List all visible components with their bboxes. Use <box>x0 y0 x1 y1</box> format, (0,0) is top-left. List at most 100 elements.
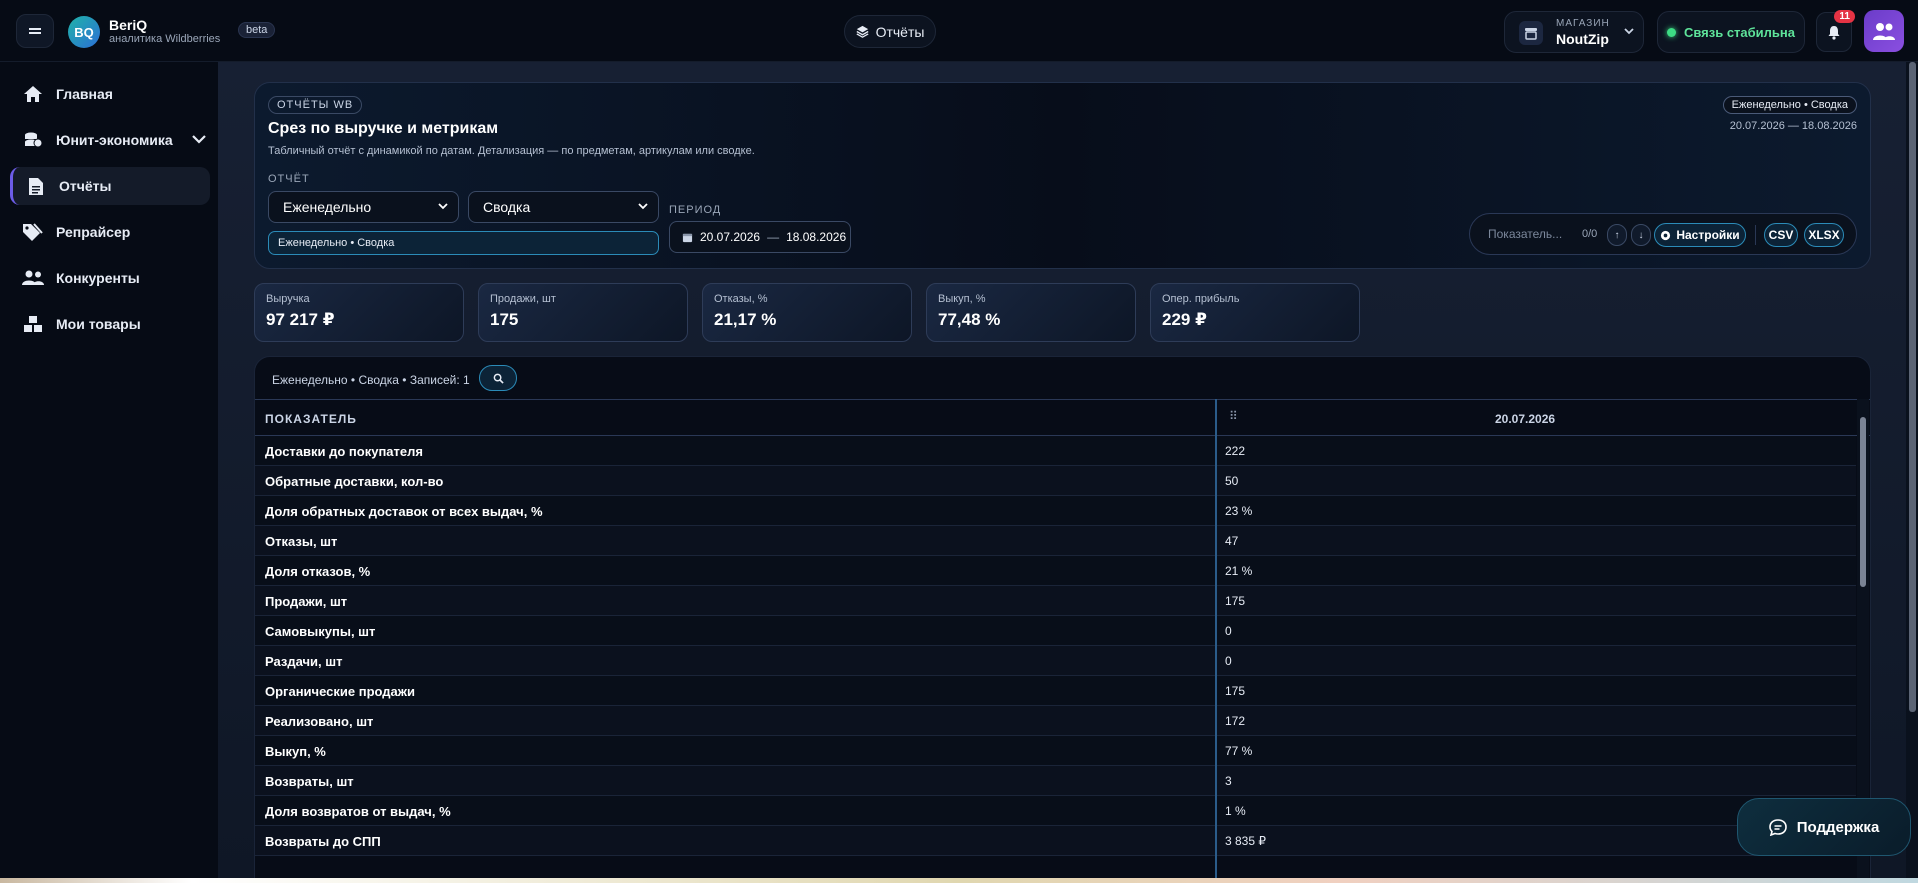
kpi-value: 21,17 % <box>714 310 777 329</box>
support-label: Поддержка <box>1796 818 1880 836</box>
metric-search-input[interactable]: Показатель... <box>1488 227 1562 241</box>
column-header-date[interactable]: 20.07.2026 <box>1495 412 1555 426</box>
search-prev-button[interactable]: ↑ <box>1607 224 1627 246</box>
kpi-card-revenue: Выручка 97 217 ₽ <box>254 283 464 342</box>
table-meta: Еженедельно • Сводка • Записей: 1 <box>272 373 470 387</box>
report-type-value: Еженедельно <box>283 199 372 215</box>
report-mode-select[interactable]: Сводка <box>468 191 659 223</box>
reports-pill-label: Отчёты <box>875 23 925 40</box>
report-type-select[interactable]: Еженедельно <box>268 191 459 223</box>
store-icon <box>1519 21 1543 45</box>
kpi-label: Отказы, % <box>714 293 768 305</box>
metric-cell: Самовыкупы, шт <box>265 624 376 639</box>
value-cell: 3 835 ₽ <box>1225 834 1266 848</box>
date-to[interactable]: 18.08.2026 <box>786 230 846 244</box>
value-cell: 175 <box>1225 684 1246 698</box>
report-mode-value: Сводка <box>483 199 531 215</box>
chevron-down-icon <box>437 200 449 215</box>
table-scroll-thumb[interactable] <box>1860 417 1866 587</box>
page-scrollbar[interactable] <box>1906 62 1918 883</box>
user-avatar[interactable] <box>1864 10 1904 52</box>
chat-icon <box>1768 818 1787 836</box>
table-row: Доля обратных доставок от всех выдач, % 2… <box>255 496 1856 526</box>
kpi-card-sales: Продажи, шт 175 <box>478 283 688 342</box>
date-from[interactable]: 20.07.2026 <box>700 230 760 244</box>
metric-cell: Доля возвратов от выдач, % <box>265 804 451 819</box>
tags-icon <box>22 221 44 243</box>
store-name: NoutZip <box>1556 31 1609 47</box>
value-cell: 50 <box>1225 474 1239 488</box>
period-date-range[interactable]: 20.07.2026 — 18.08.2026 <box>669 221 851 253</box>
search-icon <box>493 373 504 384</box>
boxes-icon <box>22 313 44 335</box>
chevron-down-icon <box>1623 25 1635 40</box>
table-row: Обратные доставки, кол-во 50 <box>255 466 1856 496</box>
column-divider[interactable] <box>1215 399 1217 883</box>
table-row: Реализовано, шт 172 <box>255 706 1856 736</box>
taskbar-strip <box>0 878 1918 883</box>
sidebar-item-home[interactable]: Главная <box>10 75 210 113</box>
table-row: Доставки до покупателя 222 <box>255 436 1856 466</box>
sidebar-item-label: Конкуренты <box>56 270 140 286</box>
gear-icon <box>1661 230 1671 240</box>
main-content: ОТЧЁТЫ WB Срез по выручке и метрикам Таб… <box>218 62 1918 883</box>
metric-cell: Раздачи, шт <box>265 654 343 669</box>
sidebar-item-unit-economics[interactable]: Юнит-экономика <box>10 121 210 159</box>
table-row: Продажи, шт 175 <box>255 586 1856 616</box>
table-row: Доля отказов, % 21 % <box>255 556 1856 586</box>
notifications-button[interactable]: 11 <box>1816 10 1855 52</box>
chevron-down-icon[interactable] <box>191 132 207 148</box>
sidebar-item-repricer[interactable]: Репрайсер <box>10 213 210 251</box>
report-summary-chip[interactable]: Еженедельно • Сводка <box>268 231 659 255</box>
metric-cell: Выкуп, % <box>265 744 326 759</box>
bell-icon <box>1828 25 1840 40</box>
table-search-button[interactable] <box>479 365 517 391</box>
export-xlsx-button[interactable]: XLSX <box>1804 223 1844 247</box>
support-button[interactable]: Поддержка <box>1737 798 1911 856</box>
logo-badge[interactable]: BQ <box>68 16 100 48</box>
report-label: ОТЧЁТ <box>268 173 310 185</box>
toolbar-divider <box>1755 225 1756 245</box>
export-csv-button[interactable]: CSV <box>1764 223 1798 247</box>
users-icon <box>22 267 44 289</box>
report-table-card: Еженедельно • Сводка • Записей: 1 ПОКАЗА… <box>254 356 1871 883</box>
metric-cell: Доля отказов, % <box>265 564 371 579</box>
sidebar-item-label: Юнит-экономика <box>56 132 173 148</box>
kpi-value: 97 217 ₽ <box>266 310 335 329</box>
table-row: Отказы, шт 47 <box>255 526 1856 556</box>
kpi-label: Выкуп, % <box>938 293 986 305</box>
settings-label: Настройки <box>1676 228 1740 242</box>
notification-count-badge: 11 <box>1834 10 1855 23</box>
date-separator: — <box>767 230 780 244</box>
reports-pill-button[interactable]: Отчёты <box>844 15 936 48</box>
store-selector[interactable]: МАГАЗИН NoutZip <box>1504 11 1644 53</box>
value-cell: 1 % <box>1225 804 1246 818</box>
kpi-label: Выручка <box>266 293 310 305</box>
beta-badge: beta <box>238 22 276 38</box>
section-tag: ОТЧЁТЫ WB <box>268 96 363 114</box>
sidebar-item-label: Отчёты <box>59 178 112 194</box>
store-label: МАГАЗИН <box>1556 18 1610 29</box>
value-cell: 47 <box>1225 534 1239 548</box>
value-cell: 77 % <box>1225 744 1253 758</box>
kpi-card-operating-profit: Опер. прибыль 229 ₽ <box>1150 283 1360 342</box>
menu-toggle-button[interactable] <box>16 14 54 48</box>
sidebar-item-competitors[interactable]: Конкуренты <box>10 259 210 297</box>
settings-button[interactable]: Настройки <box>1654 223 1746 247</box>
kpi-label: Продажи, шт <box>490 293 556 305</box>
value-cell: 175 <box>1225 594 1246 608</box>
kpi-card-refusals: Отказы, % 21,17 % <box>702 283 912 342</box>
metric-cell: Возвраты, шт <box>265 774 354 789</box>
app-name: BeriQ <box>109 17 148 33</box>
sidebar-item-reports[interactable]: Отчёты <box>10 167 210 205</box>
report-header-card: ОТЧЁТЫ WB Срез по выручке и метрикам Таб… <box>254 82 1871 269</box>
column-header-metric[interactable]: ПОКАЗАТЕЛЬ <box>265 412 357 426</box>
drag-handle-icon[interactable]: ⠿ <box>1229 409 1238 423</box>
metric-cell: Реализовано, шт <box>265 714 374 729</box>
page-scroll-thumb[interactable] <box>1909 62 1916 712</box>
search-next-button[interactable]: ↓ <box>1631 224 1651 246</box>
table-row: Органические продажи 175 <box>255 676 1856 706</box>
kpi-value: 229 ₽ <box>1162 310 1207 329</box>
sidebar-item-my-products[interactable]: Мои товары <box>10 305 210 343</box>
value-cell: 0 <box>1225 654 1232 668</box>
